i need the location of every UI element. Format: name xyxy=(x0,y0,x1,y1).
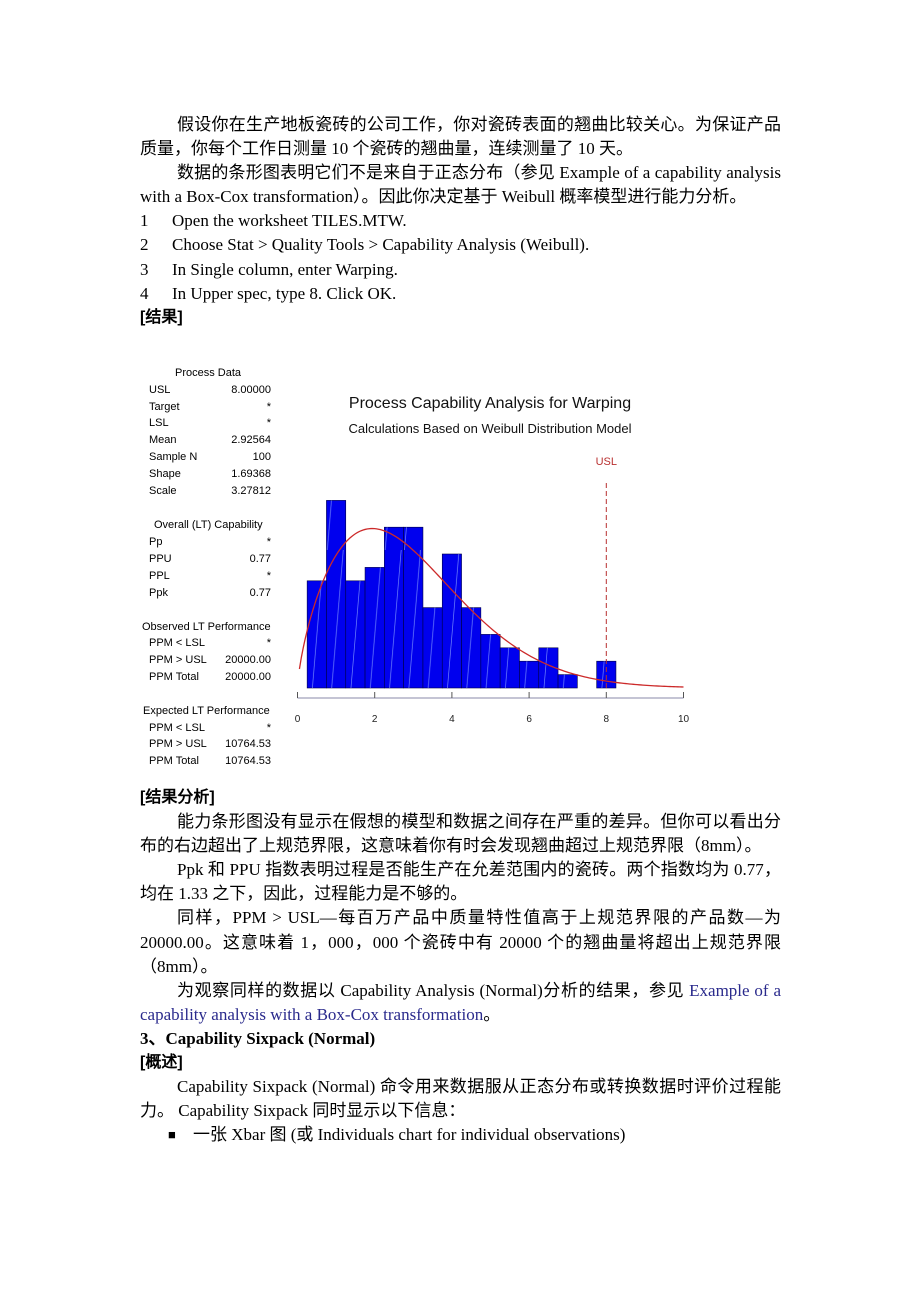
x-tick-label: 0 xyxy=(295,714,301,725)
step-text: Open the worksheet TILES.MTW. xyxy=(172,211,407,231)
analysis-paragraph-2: Ppk 和 PPU 指数表明过程是否能生产在允差范围内的瓷砖。两个指数均为 0.… xyxy=(140,860,781,904)
step-item: 4 In Upper spec, type 8. Click OK. xyxy=(140,282,781,306)
histogram-bar xyxy=(384,526,404,689)
step-number: 3 xyxy=(140,259,149,279)
bullet-item: ■ 一张 Xbar 图 (或 Individuals chart for indi… xyxy=(140,1123,781,1147)
step-number: 4 xyxy=(140,283,149,303)
stat-value: 10764.53 xyxy=(225,755,271,767)
analysis-p4-prefix: 为观察同样的数据以 Capability Analysis (Normal)分析… xyxy=(177,980,690,1000)
stat-row-exp-ppm-usl: PPM > USL 10764.53 xyxy=(149,738,271,752)
histogram-bar xyxy=(345,580,366,689)
usl-label: USL xyxy=(596,456,617,468)
histogram-bar-hatch xyxy=(345,580,366,688)
histogram-bar-hatch xyxy=(519,661,539,688)
x-tick-label: 6 xyxy=(526,714,532,725)
step-number: 1 xyxy=(140,211,149,231)
histogram-bar-hatch xyxy=(442,554,462,688)
histogram-bar xyxy=(441,553,462,689)
histogram-bar xyxy=(461,607,482,689)
histogram-bar-hatch xyxy=(461,607,481,688)
analysis-p4-suffix: 。 xyxy=(483,1004,501,1024)
intro-section: 假设你在生产地板瓷砖的公司工作，你对瓷砖表面的翘曲比较关心。为保证产品质量，你每… xyxy=(140,113,781,330)
x-axis: 0 2 4 6 8 10 xyxy=(295,692,690,725)
analysis-heading: [结果分析] xyxy=(140,789,215,806)
step-text: In Single column, enter Warping. xyxy=(172,259,398,279)
intro-paragraph-2: 数据的条形图表明它们不是来自于正态分布（参见 Example of a capa… xyxy=(140,163,781,207)
section3-heading: 3、Capability Sixpack (Normal) xyxy=(140,1028,376,1048)
histogram-bar xyxy=(422,607,443,689)
step-text: In Upper spec, type 8. Click OK. xyxy=(172,283,397,303)
histogram-bar xyxy=(326,500,347,689)
x-tick-label: 4 xyxy=(449,714,455,725)
results-heading: [结果] xyxy=(140,308,183,326)
analysis-section: [结果分析] 能力条形图没有显示在假想的模型和数据之间存在严重的差异。但你可以看… xyxy=(140,786,781,1147)
histogram-bar xyxy=(499,647,520,689)
histogram-bar xyxy=(403,526,424,689)
bullet-text: 一张 Xbar 图 (或 Individuals chart for indiv… xyxy=(193,1125,626,1145)
histogram-bar xyxy=(557,674,578,689)
stat-row-exp-ppm-total: PPM Total 10764.53 xyxy=(149,755,271,769)
section3-paragraph-1: Capability Sixpack (Normal) 命令用来数据服从正态分布… xyxy=(140,1077,781,1121)
histogram-bar xyxy=(519,660,540,689)
analysis-paragraph-4: 为观察同样的数据以 Capability Analysis (Normal)分析… xyxy=(140,979,781,1027)
histogram-bar-hatch xyxy=(365,567,385,688)
overview-heading: [概述] xyxy=(140,1054,183,1072)
histogram-bar-hatch xyxy=(500,647,520,688)
capability-histogram-chart: USL 0 2 4 6 8 10 xyxy=(295,456,690,725)
histogram-bar-hatch xyxy=(422,607,443,688)
histogram-bar-hatch xyxy=(403,527,423,688)
bullet-square-icon: ■ xyxy=(168,1127,176,1143)
step-number: 2 xyxy=(140,235,149,255)
spec-lines-layer: USL xyxy=(596,456,617,688)
histogram-bar-hatch xyxy=(480,634,501,688)
stat-label: PPM Total xyxy=(149,755,199,767)
step-item: 1 Open the worksheet TILES.MTW. xyxy=(140,209,781,233)
analysis-paragraph-1: 能力条形图没有显示在假想的模型和数据之间存在严重的差异。但你可以看出分布的右边超… xyxy=(140,812,781,856)
analysis-paragraph-3: 同样，PPM > USL—每百万产品中质量特性值高于上规范界限的产品数—为 20… xyxy=(140,908,781,976)
steps-list: 1 Open the worksheet TILES.MTW. 2 Choose S… xyxy=(140,209,781,305)
x-tick-label: 10 xyxy=(678,714,690,725)
x-tick-label: 8 xyxy=(604,714,610,725)
step-text: Choose Stat > Quality Tools > Capability… xyxy=(172,235,590,255)
histogram-bar xyxy=(480,634,501,689)
histogram-bar-hatch xyxy=(326,500,346,688)
x-tick-label: 2 xyxy=(372,714,378,725)
histogram-bars xyxy=(306,500,617,689)
histogram-bar xyxy=(364,567,385,689)
intro-paragraph-1: 假设你在生产地板瓷砖的公司工作，你对瓷砖表面的翘曲比较关心。为保证产品质量，你每… xyxy=(140,115,781,159)
step-item: 2 Choose Stat > Quality Tools > Capabilit… xyxy=(140,233,781,257)
histogram-bar-hatch xyxy=(558,674,578,688)
step-item: 3 In Single column, enter Warping. xyxy=(140,258,781,282)
histogram-bar-hatch xyxy=(384,527,404,688)
